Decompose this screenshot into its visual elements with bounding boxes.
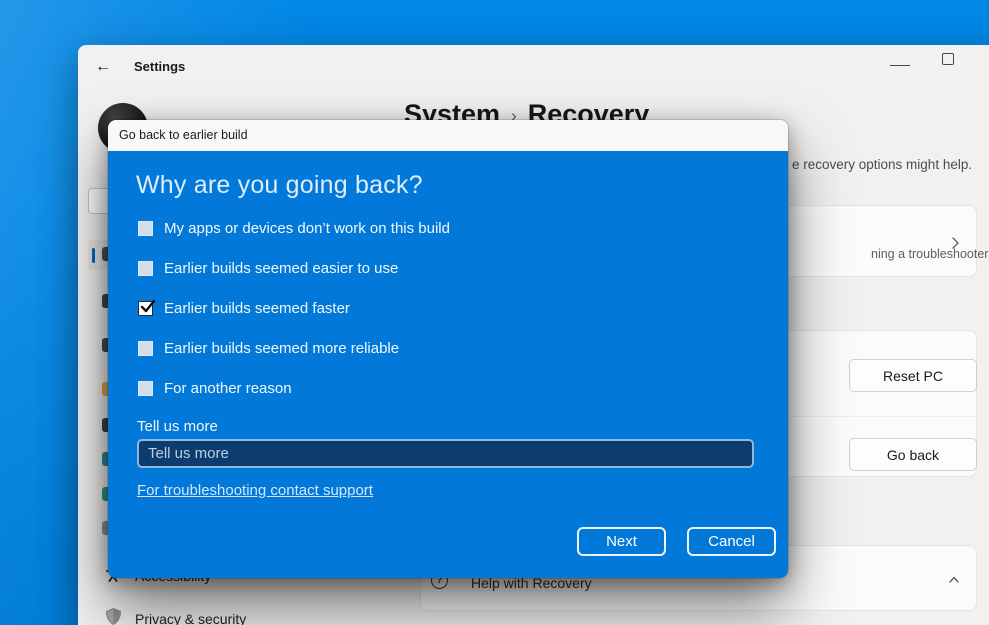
reason-option-label: Earlier builds seemed faster — [164, 299, 350, 317]
back-button[interactable]: ← — [94, 58, 112, 76]
reset-pc-button[interactable]: Reset PC — [849, 359, 977, 392]
troubleshooter-subtitle: ning a troubleshooter — [871, 247, 989, 261]
selected-item-indicator — [92, 248, 95, 263]
shield-icon — [104, 607, 123, 625]
maximize-button[interactable] — [942, 53, 954, 65]
reason-option-label: Earlier builds seemed easier to use — [164, 259, 399, 277]
chevron-up-icon[interactable] — [947, 573, 961, 592]
checkbox-checked[interactable] — [138, 299, 156, 316]
window-title: Settings — [134, 59, 186, 74]
next-button[interactable]: Next — [577, 527, 666, 556]
checkbox-unchecked[interactable] — [138, 340, 153, 356]
reason-option-row: My apps or devices don’t work on this bu… — [138, 219, 450, 237]
tell-us-more-label: Tell us more — [137, 418, 218, 435]
sidebar-item-privacy-security[interactable]: Privacy & security — [135, 611, 246, 625]
dialog-heading: Why are you going back? — [136, 171, 423, 199]
go-back-dialog: Go back to earlier build Why are you goi… — [108, 120, 788, 578]
reason-option-row: For another reason — [138, 379, 292, 397]
dialog-body: Why are you going back? My apps or devic… — [108, 151, 788, 578]
checkbox-unchecked[interactable] — [138, 260, 153, 276]
cancel-button[interactable]: Cancel — [687, 527, 776, 556]
reason-option-row: Earlier builds seemed more reliable — [138, 339, 399, 357]
recovery-intro-text: e recovery options might help. — [792, 157, 973, 172]
checkbox-unchecked[interactable] — [138, 220, 153, 236]
go-back-button[interactable]: Go back — [849, 438, 977, 471]
reason-option-label: Earlier builds seemed more reliable — [164, 339, 400, 357]
reason-option-row: Earlier builds seemed easier to use — [138, 259, 398, 277]
chevron-right-icon — [948, 236, 962, 255]
reason-option-row: Earlier builds seemed faster — [138, 299, 350, 317]
window-titlebar: ← Settings — [78, 45, 989, 79]
tell-us-more-input[interactable] — [137, 439, 754, 468]
minimize-button[interactable] — [890, 58, 910, 66]
checkbox-unchecked[interactable] — [138, 380, 153, 396]
contact-support-link[interactable]: For troubleshooting contact support — [137, 482, 373, 499]
dialog-titlebar[interactable]: Go back to earlier build — [108, 120, 788, 151]
reason-option-label: For another reason — [164, 379, 292, 397]
reason-option-label: My apps or devices don’t work on this bu… — [164, 219, 450, 237]
